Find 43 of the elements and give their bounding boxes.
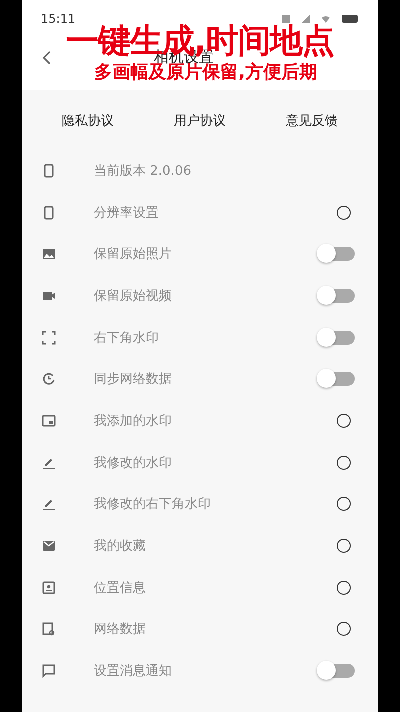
picture-in-picture-icon bbox=[42, 414, 56, 428]
toggle-switch[interactable] bbox=[319, 372, 355, 386]
setting-label: 当前版本 2.0.06 bbox=[94, 162, 192, 180]
image-icon bbox=[42, 247, 56, 262]
signal-icon bbox=[302, 15, 310, 23]
toggle-switch[interactable] bbox=[319, 247, 355, 262]
setting-label: 设置消息通知 bbox=[94, 663, 173, 680]
mail-icon bbox=[42, 539, 56, 554]
toggle-switch[interactable] bbox=[319, 664, 355, 678]
setting-label: 我的收藏 bbox=[94, 538, 147, 556]
radio-button[interactable] bbox=[337, 456, 351, 470]
setting-label: 保留原始照片 bbox=[94, 246, 173, 264]
radio-button[interactable] bbox=[337, 497, 351, 512]
setting-label: 我修改的右下角水印 bbox=[94, 496, 212, 514]
radio-button[interactable] bbox=[337, 206, 351, 220]
radio-button[interactable] bbox=[337, 580, 351, 595]
setting-label: 位置信息 bbox=[94, 580, 147, 597]
promo-subline: 多画幅及原片保留,方便后期 bbox=[94, 62, 318, 84]
radio-button[interactable] bbox=[337, 539, 351, 554]
phone-icon bbox=[42, 164, 56, 178]
setting-label: 保留原始视频 bbox=[94, 288, 173, 305]
setting-label: 同步网络数据 bbox=[94, 371, 173, 388]
radio-button[interactable] bbox=[337, 622, 351, 636]
setting-label: 右下角水印 bbox=[94, 330, 160, 347]
back-icon[interactable] bbox=[42, 50, 52, 66]
toggle-switch[interactable] bbox=[319, 288, 355, 303]
setting-label: 我添加的水印 bbox=[94, 412, 173, 430]
battery-icon bbox=[342, 15, 358, 23]
wifi-icon bbox=[322, 15, 330, 23]
frame-icon bbox=[42, 330, 56, 345]
contact-icon bbox=[42, 580, 56, 595]
chat-icon bbox=[42, 664, 56, 678]
radio-button[interactable] bbox=[337, 414, 351, 428]
link-tab[interactable]: 意见反馈 bbox=[280, 108, 344, 134]
link-tab[interactable]: 隐私协议 bbox=[56, 108, 120, 134]
setting-label: 我修改的水印 bbox=[94, 454, 173, 472]
pencil-icon bbox=[42, 497, 56, 512]
toggle-switch[interactable] bbox=[319, 330, 355, 345]
link-tab[interactable]: 用户协议 bbox=[168, 108, 232, 134]
setting-label: 网络数据 bbox=[94, 621, 147, 638]
phone-icon bbox=[42, 206, 56, 220]
setting-label: 分辨率设置 bbox=[94, 204, 160, 222]
status-time: 15:11 bbox=[41, 12, 76, 26]
